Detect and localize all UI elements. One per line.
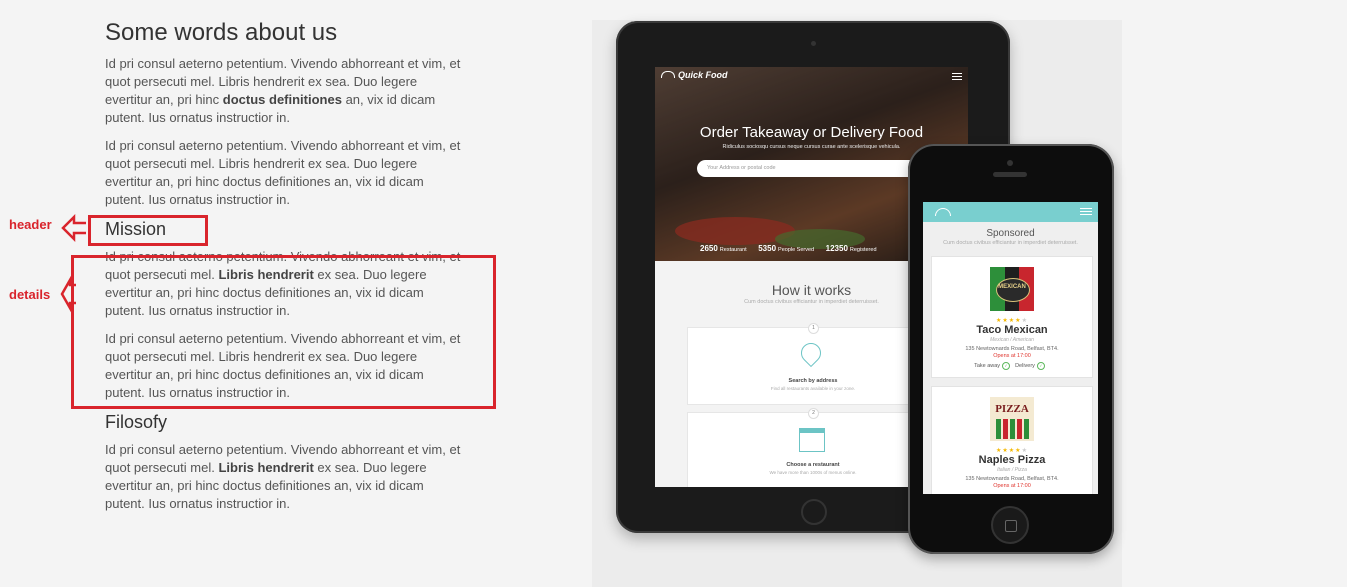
restaurant-card-pizza[interactable]: PIZZA ★★★★★ Naples Pizza Italian / Pizza… bbox=[931, 386, 1093, 494]
pizza-logo: PIZZA bbox=[990, 397, 1034, 441]
details-highlight-box bbox=[71, 255, 496, 409]
restaurant-open-time: Opens at 17:00 bbox=[993, 353, 1031, 359]
stats-bar: 2650 Restaurant 5350 People Served 12350 Re… bbox=[700, 244, 887, 253]
step-number: 1 bbox=[808, 323, 819, 334]
filosofy-p1-bold: Libris hendrerit bbox=[218, 460, 314, 475]
pizza-logo-text: PIZZA bbox=[995, 403, 1029, 415]
phone-speaker bbox=[993, 172, 1027, 177]
phone-home-button bbox=[991, 506, 1029, 544]
step-card-search: 1 Search by address Find all restaurants… bbox=[687, 323, 939, 405]
logo-text: Quick Food bbox=[678, 70, 728, 80]
restaurant-card-taco[interactable]: MEXICAN ★★★★★ Taco Mexican Mexican / Ame… bbox=[931, 256, 1093, 378]
filosofy-title: Filosofy bbox=[105, 412, 168, 432]
header-annotation-label: header bbox=[9, 217, 52, 232]
phone-camera bbox=[1007, 160, 1013, 166]
map-pin-icon bbox=[796, 338, 826, 368]
step-subtitle: Find all restaurants available in your z… bbox=[770, 386, 856, 391]
address-search-input[interactable]: Your Address or postal code bbox=[697, 160, 927, 177]
tablet-camera bbox=[811, 41, 816, 46]
restaurant-open-time: Opens at 17:00 bbox=[993, 483, 1031, 489]
sponsored-subtitle: Cum doctus civibus efficiantur in imperd… bbox=[943, 240, 1078, 246]
about-paragraph-1: Id pri consul aeterno petentium. Vivendo… bbox=[105, 55, 467, 127]
details-annotation-label: details bbox=[9, 287, 51, 302]
rating-stars: ★★★★★ bbox=[996, 318, 1028, 324]
restaurant-type: Italian / Pizza bbox=[997, 467, 1027, 473]
stat-people-served: 5350 People Served bbox=[758, 244, 815, 253]
delivery-label: Delivery bbox=[1015, 363, 1035, 369]
phone-header-bar bbox=[923, 202, 1098, 222]
cloche-icon bbox=[661, 71, 675, 78]
phone-screen: Sponsored Cum doctus civibus efficiantur… bbox=[923, 202, 1098, 494]
address-placeholder: Your Address or postal code bbox=[707, 165, 776, 171]
step-title: Choose a restaurant bbox=[786, 462, 840, 468]
mexican-logo: MEXICAN bbox=[990, 267, 1034, 311]
header-highlight-box bbox=[88, 215, 208, 246]
takeaway-label: Take away bbox=[974, 363, 1001, 369]
service-options: Take away ✓ Delivery ✓ bbox=[932, 362, 1092, 370]
step-card-choose: 2 Choose a restaurant We have more than … bbox=[687, 408, 939, 487]
step-title: Search by address bbox=[788, 378, 838, 384]
stat-registered: 12350 Registered bbox=[825, 244, 877, 253]
check-icon: ✓ bbox=[1002, 362, 1011, 370]
about-title: Some words about us bbox=[105, 19, 338, 46]
restaurant-type: Mexican / American bbox=[990, 337, 1034, 343]
step-subtitle: We have more than 1000s of menus online. bbox=[769, 470, 857, 475]
stat-restaurant: 2650 Restaurant bbox=[700, 244, 747, 253]
restaurant-address: 135 Newtownards Road, Belfast, BT4. bbox=[965, 476, 1059, 482]
hamburger-menu-icon[interactable] bbox=[1080, 206, 1092, 217]
cloche-icon bbox=[935, 208, 951, 216]
hamburger-menu-icon[interactable] bbox=[952, 71, 962, 82]
about-paragraph-2: Id pri consul aeterno petentium. Vivendo… bbox=[105, 138, 461, 207]
mexican-logo-text: MEXICAN bbox=[998, 284, 1026, 290]
restaurant-address: 135 Newtownards Road, Belfast, BT4. bbox=[965, 346, 1059, 352]
restaurant-name: Taco Mexican bbox=[976, 324, 1048, 336]
quickfood-logo: Quick Food bbox=[661, 70, 728, 80]
filosofy-paragraph: Id pri consul aeterno petentium. Vivendo… bbox=[105, 441, 467, 513]
sponsored-title: Sponsored bbox=[986, 228, 1035, 239]
about-p1-bold: doctus definitiones bbox=[222, 92, 342, 107]
check-icon: ✓ bbox=[1036, 362, 1045, 370]
hero-title: Order Takeaway or Delivery Food bbox=[699, 124, 924, 141]
storefront-icon bbox=[799, 428, 825, 452]
tablet-home-button bbox=[801, 499, 827, 525]
header-arrow-icon bbox=[61, 213, 86, 243]
rating-stars: ★★★★★ bbox=[996, 448, 1028, 454]
restaurant-name: Naples Pizza bbox=[978, 454, 1046, 466]
step-number: 2 bbox=[808, 408, 819, 419]
